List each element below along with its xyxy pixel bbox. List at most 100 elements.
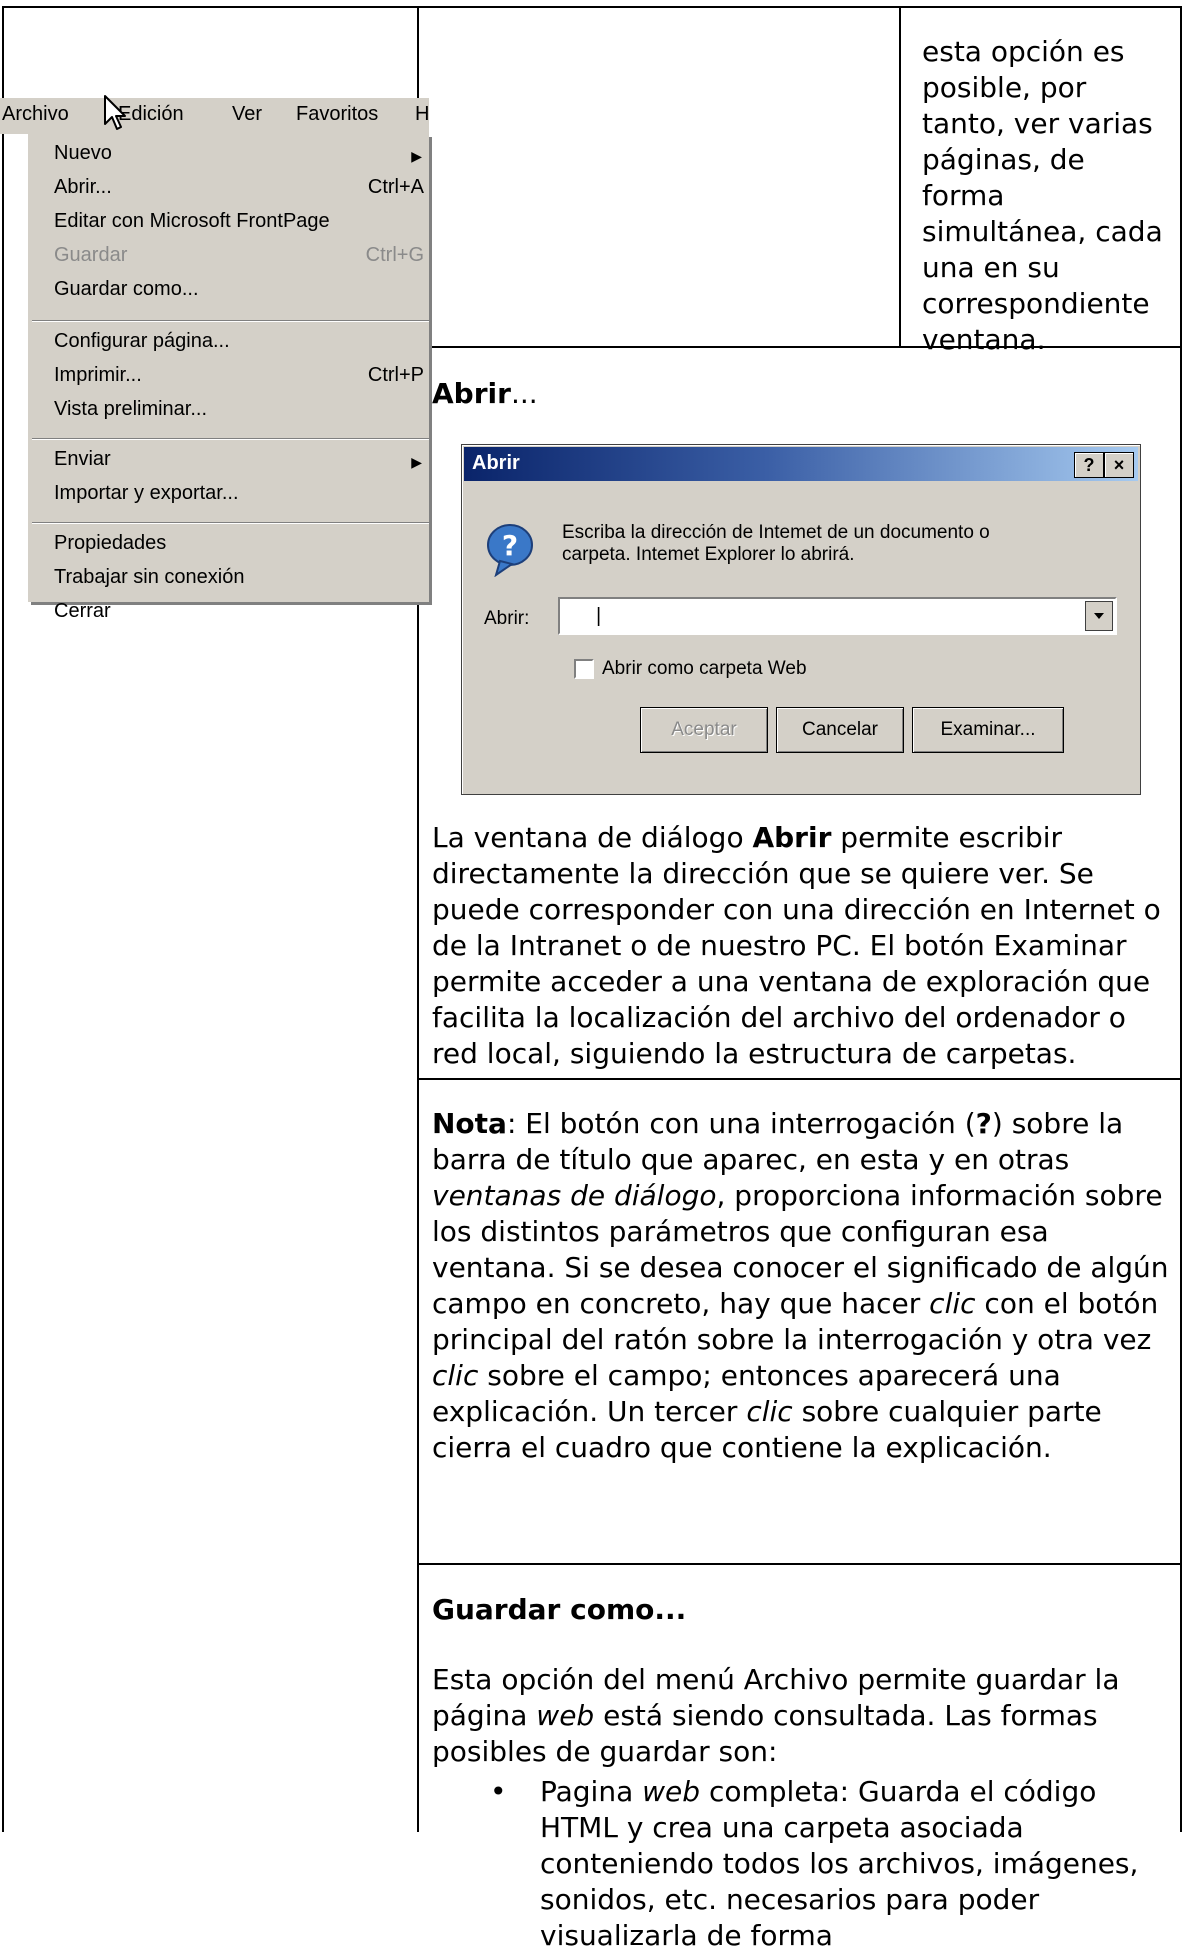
row-divider-3: [417, 1563, 1182, 1565]
abrir-dialog: Abrir ? × ? Escriba la dirección de Inte…: [461, 444, 1141, 795]
menu-item-label: Cerrar: [54, 600, 111, 622]
menu-item-editar-frontpage[interactable]: Editar con Microsoft FrontPage: [54, 210, 424, 240]
menu-ayuda[interactable]: H: [415, 103, 429, 126]
menu-item-label: Trabajar sin conexión: [54, 566, 245, 588]
file-menu-dropdown: Nuevo ▶ Abrir... Ctrl+A Editar con Micro…: [28, 134, 429, 622]
text-run: Pagina: [540, 1775, 643, 1808]
top-note-line: una en su: [922, 251, 1060, 284]
menu-item-guardar: Guardar Ctrl+G: [54, 244, 424, 274]
address-input[interactable]: |: [558, 597, 1117, 635]
top-note-line: posible, por: [922, 71, 1087, 104]
address-input-value: |: [596, 605, 602, 627]
abrir-description: La ventana de diálogo Abrir permite escr…: [432, 820, 1174, 1072]
top-note-line: tanto, ver varias: [922, 107, 1153, 140]
submenu-arrow-icon: ▶: [411, 148, 422, 164]
menu-separator: [32, 522, 429, 524]
submenu-arrow-icon: ▶: [411, 454, 422, 470]
menu-item-vista-preliminar[interactable]: Vista preliminar...: [54, 398, 424, 428]
web-folder-checkbox-label: Abrir como carpeta Web: [602, 658, 807, 679]
dropdown-arrow-button[interactable]: [1085, 601, 1113, 631]
guardar-intro-paragraph: Esta opción del menú Archivo permite gua…: [432, 1662, 1174, 1770]
dialog-message-line2: carpeta. Intemet Explorer lo abrirá.: [562, 544, 855, 565]
dialog-title-bar: Abrir ? ×: [464, 447, 1138, 481]
mouse-cursor-icon: [104, 95, 126, 130]
text-run: clic: [746, 1395, 793, 1428]
guardar-heading: Guardar como...: [432, 1593, 687, 1626]
note-column-divider: [899, 6, 901, 347]
menu-item-enviar[interactable]: Enviar ▶: [54, 448, 424, 478]
menu-favoritos[interactable]: Favoritos: [296, 103, 378, 126]
browse-button[interactable]: Examinar...: [912, 707, 1064, 753]
cancel-button[interactable]: Cancelar: [776, 707, 904, 753]
text-run: ?: [975, 1107, 992, 1140]
text-run: clic: [929, 1287, 976, 1320]
text-run: La ventana de diálogo: [432, 821, 753, 854]
table-border-right: [1180, 6, 1182, 1832]
text-run: Abrir: [752, 821, 832, 854]
menu-bar: Archivo Edición Ver Favoritos H: [0, 98, 429, 134]
top-note-line: correspondiente: [922, 287, 1150, 320]
menu-item-label: Vista preliminar...: [54, 398, 208, 420]
question-icon: ?: [487, 524, 533, 577]
menu-item-label: Importar y exportar...: [54, 482, 239, 504]
table-border-top: [2, 6, 1182, 8]
close-button[interactable]: ×: [1104, 452, 1134, 478]
menu-item-trabajar-sin-conexion[interactable]: Trabajar sin conexión: [54, 566, 424, 596]
menu-item-label: Nuevo: [54, 142, 112, 164]
bullet-paragraph: Pagina web completa: Guarda el código HT…: [540, 1774, 1174, 1954]
menu-item-label: Propiedades: [54, 532, 167, 554]
help-button[interactable]: ?: [1074, 452, 1104, 478]
text-run: web: [642, 1775, 701, 1808]
menu-item-shortcut: Ctrl+G: [365, 244, 424, 266]
nota-section: Nota: El botón con una interrogación (?)…: [432, 1106, 1174, 1466]
menu-item-label: Guardar como...: [54, 278, 199, 300]
menu-item-label: Editar con Microsoft FrontPage: [54, 210, 330, 232]
menu-item-shortcut: Ctrl+A: [367, 176, 424, 198]
abrir-heading-rest: ...: [510, 377, 538, 410]
top-note-line: ventana.: [922, 323, 1046, 356]
table-border-left: [2, 6, 4, 1832]
web-folder-checkbox[interactable]: [574, 659, 594, 679]
text-run: web: [536, 1699, 595, 1732]
guardar-section: Esta opción del menú Archivo permite gua…: [432, 1662, 1174, 1770]
menu-item-importar-exportar[interactable]: Importar y exportar...: [54, 482, 424, 512]
menu-separator: [32, 320, 429, 322]
accept-button: Aceptar: [640, 707, 768, 753]
dialog-message-line1: Escriba la dirección de Intemet de un do…: [562, 522, 990, 543]
top-note-line: páginas, de: [922, 143, 1085, 176]
menu-item-shortcut: Ctrl+P: [367, 364, 424, 386]
menu-item-label: Configurar página...: [54, 330, 230, 352]
row-divider-2: [417, 1078, 1182, 1080]
menu-item-nuevo[interactable]: Nuevo ▶: [54, 142, 424, 172]
menu-item-label: Guardar: [54, 244, 128, 266]
chevron-down-icon: [1094, 613, 1104, 619]
menu-separator: [32, 438, 429, 440]
top-note-line: esta opción es: [922, 35, 1125, 68]
text-run: ventanas de diálogo: [432, 1179, 717, 1212]
menu-item-guardar-como[interactable]: Guardar como...: [54, 278, 424, 308]
menu-ver[interactable]: Ver: [232, 103, 262, 126]
top-note-line: forma: [922, 179, 1005, 212]
abrir-paragraph: La ventana de diálogo Abrir permite escr…: [432, 820, 1174, 1072]
address-label: Abrir:: [484, 608, 530, 629]
menu-archivo[interactable]: Archivo: [2, 103, 69, 126]
menu-item-abrir[interactable]: Abrir... Ctrl+A: [54, 176, 424, 206]
text-run: Nota: [432, 1107, 507, 1140]
menu-item-label: Imprimir...: [54, 364, 142, 386]
abrir-heading: Abrir...: [432, 376, 538, 412]
top-note: esta opción es posible, por tanto, ver v…: [922, 34, 1172, 358]
svg-text:?: ?: [502, 529, 518, 562]
menu-item-label: Enviar: [54, 448, 111, 470]
menu-item-label: Abrir...: [54, 176, 112, 198]
bullet-icon: •: [490, 1775, 507, 1808]
menu-item-imprimir[interactable]: Imprimir... Ctrl+P: [54, 364, 424, 394]
guardar-bullet-list: • Pagina web completa: Guarda el código …: [484, 1774, 1174, 1954]
menu-item-propiedades[interactable]: Propiedades: [54, 532, 424, 562]
menu-item-cerrar[interactable]: Cerrar: [54, 600, 424, 630]
nota-paragraph: Nota: El botón con una interrogación (?)…: [432, 1106, 1174, 1466]
text-run: clic: [432, 1359, 479, 1392]
menu-item-configurar-pagina[interactable]: Configurar página...: [54, 330, 424, 360]
abrir-heading-bold: Abrir: [432, 377, 511, 410]
text-run: permite escribir directamente la direcci…: [432, 821, 1161, 1070]
top-note-line: simultánea, cada: [922, 215, 1163, 248]
